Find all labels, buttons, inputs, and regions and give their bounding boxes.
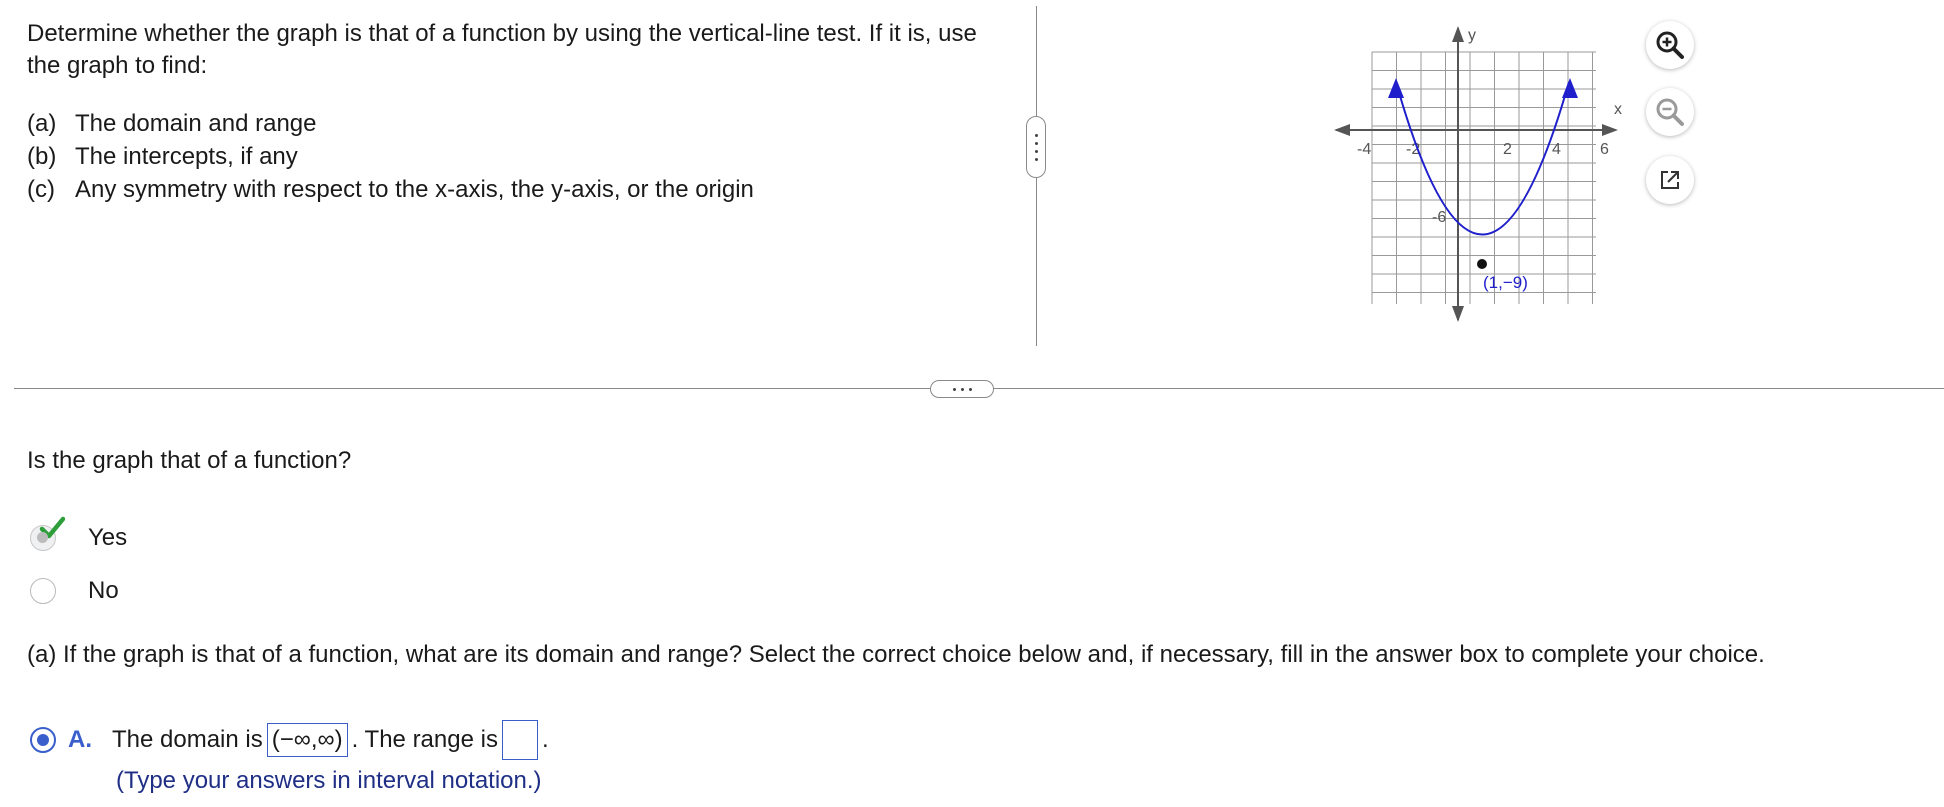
part-text: The domain and range xyxy=(75,110,317,137)
choice-a[interactable]: A. The domain is (−∞,∞) . The range is . xyxy=(30,720,549,760)
x-axis-right-arrow xyxy=(1602,124,1618,136)
no-label: No xyxy=(88,577,119,604)
range-prefix: . The range is xyxy=(351,726,498,753)
y-axis-top-arrow xyxy=(1452,26,1464,42)
x-tick-label: 6 xyxy=(1600,141,1609,158)
vertex-point xyxy=(1477,259,1487,269)
zoom-out-button[interactable] xyxy=(1646,88,1694,136)
x-axis-label: x xyxy=(1614,101,1622,118)
part-b-item: (b) The intercepts, if any xyxy=(27,140,754,173)
range-suffix: . xyxy=(541,726,549,753)
zoom-out-icon xyxy=(1656,98,1684,126)
interval-notation-hint: (Type your answers in interval notation.… xyxy=(116,767,542,794)
choice-a-letter: A. xyxy=(68,726,92,753)
x-axis-left-arrow xyxy=(1334,124,1350,136)
y-axis-bottom-arrow xyxy=(1452,306,1464,322)
correct-check-icon xyxy=(39,516,65,539)
part-text: The intercepts, if any xyxy=(75,143,298,170)
function-question: Is the graph that of a function? xyxy=(27,447,352,474)
zoom-in-button[interactable] xyxy=(1646,21,1694,69)
popout-button[interactable] xyxy=(1646,156,1694,204)
vertex-label: (1,−9) xyxy=(1483,273,1528,292)
popout-icon xyxy=(1661,171,1679,189)
horizontal-resize-handle[interactable] xyxy=(930,380,994,398)
curve-arrow-left xyxy=(1388,78,1404,98)
part-label: (b) xyxy=(27,143,57,170)
option-yes[interactable]: Yes xyxy=(30,516,128,552)
part-label: (a) xyxy=(27,110,57,137)
problem-prompt: Determine whether the graph is that of a… xyxy=(27,20,977,79)
zoom-in-icon xyxy=(1656,31,1684,59)
part-text: Any symmetry with respect to the x-axis,… xyxy=(75,176,754,203)
choice-a-text: The domain is (−∞,∞) . The range is . xyxy=(112,720,549,760)
yes-label: Yes xyxy=(88,524,128,551)
part-c-item: (c) Any symmetry with respect to the x-a… xyxy=(27,173,754,206)
domain-answer-box[interactable]: (−∞,∞) xyxy=(266,723,348,757)
x-tick-label: 2 xyxy=(1503,141,1512,158)
curve-arrow-right xyxy=(1562,78,1578,98)
x-tick-label: 4 xyxy=(1552,141,1561,158)
y-tick-label: -6 xyxy=(1432,209,1446,226)
no-radio[interactable] xyxy=(30,578,56,604)
x-tick-label: -4 xyxy=(1357,141,1371,158)
problem-parts: (a) The domain and range (b) The interce… xyxy=(27,107,754,206)
y-axis-label: y xyxy=(1468,27,1476,44)
yes-radio[interactable] xyxy=(30,516,65,551)
range-answer-box[interactable] xyxy=(501,720,538,760)
parabola-graph: y x -4 -2 2 4 6 -6 (1,−9) xyxy=(1334,26,1622,322)
part-a-question: (a) If the graph is that of a function, … xyxy=(27,641,1765,668)
vertical-resize-handle[interactable] xyxy=(1026,116,1046,178)
choice-a-radio[interactable] xyxy=(30,727,56,753)
option-no[interactable]: No xyxy=(30,577,119,605)
part-label: (c) xyxy=(27,176,55,203)
part-a-item: (a) The domain and range xyxy=(27,107,754,140)
domain-prefix: The domain is xyxy=(112,726,263,753)
